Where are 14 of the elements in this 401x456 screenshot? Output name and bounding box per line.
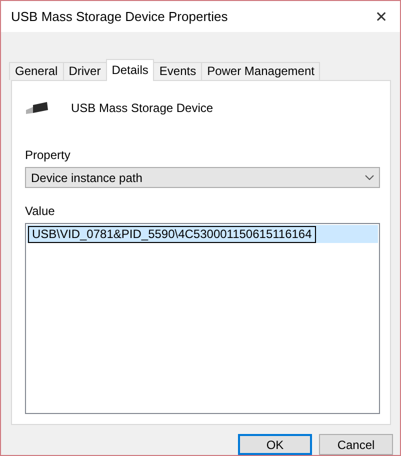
chevron-down-icon bbox=[365, 175, 374, 180]
list-row[interactable]: USB\VID_0781&PID_5590\4C530001150615116164 bbox=[27, 225, 378, 243]
ok-button[interactable]: OK bbox=[238, 434, 312, 455]
window-title: USB Mass Storage Device Properties bbox=[11, 9, 228, 24]
tab[interactable]: General bbox=[9, 62, 64, 80]
value-label: Value bbox=[25, 204, 56, 218]
device-name: USB Mass Storage Device bbox=[71, 101, 214, 115]
tab[interactable]: Power Management bbox=[201, 62, 320, 80]
cancel-button[interactable]: Cancel bbox=[319, 434, 393, 455]
tab[interactable]: Details bbox=[106, 59, 154, 81]
property-dropdown[interactable]: Device instance path bbox=[25, 167, 380, 188]
usb-plug-icon bbox=[25, 101, 49, 115]
close-button[interactable]: ✕ bbox=[375, 8, 388, 26]
property-label: Property bbox=[25, 148, 72, 162]
